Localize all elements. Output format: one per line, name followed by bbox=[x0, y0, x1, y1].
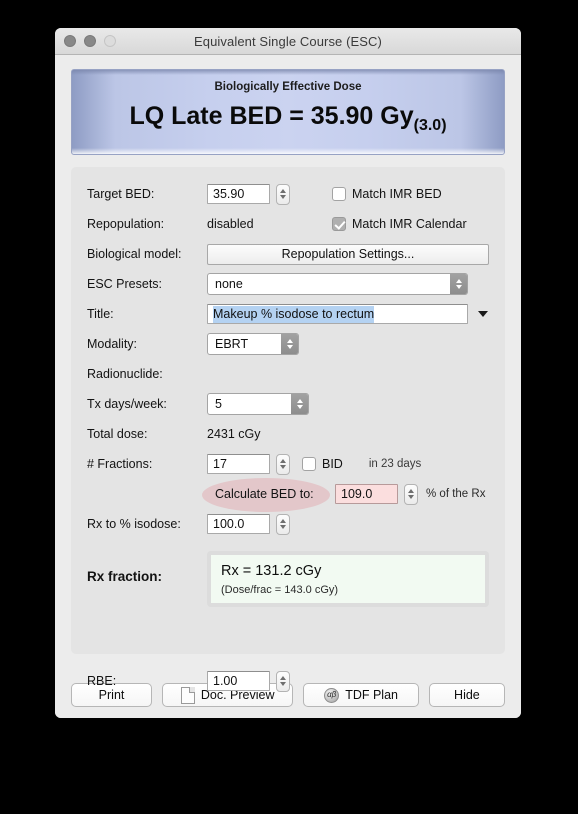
rx-fraction-main-value: Rx = 131.2 cGy bbox=[221, 562, 322, 579]
esc-presets-chevron-icon[interactable] bbox=[450, 274, 467, 294]
window-titlebar: Equivalent Single Course (ESC) bbox=[55, 28, 521, 55]
esc-presets-label: ESC Presets: bbox=[87, 277, 163, 291]
row-target-bed: Target BED: 35.90 Match IMR BED bbox=[87, 179, 489, 209]
match-imr-calendar-box-icon[interactable] bbox=[332, 217, 346, 231]
calculate-bed-to-stepper[interactable] bbox=[404, 483, 418, 505]
tx-days-week-chevron-icon[interactable] bbox=[291, 394, 308, 414]
fractions-label: # Fractions: bbox=[87, 457, 153, 471]
rbe-input[interactable]: 1.00 bbox=[207, 671, 270, 691]
tx-days-week-label: Tx days/week: bbox=[87, 397, 167, 411]
in-days-note: in 23 days bbox=[368, 458, 422, 470]
row-radionuclide: Radionuclide: bbox=[87, 359, 489, 389]
traffic-lights bbox=[64, 28, 116, 54]
calculate-bed-to-input[interactable]: 109.0 bbox=[335, 484, 398, 504]
esc-presets-value: none bbox=[215, 277, 243, 291]
target-bed-label: Target BED: bbox=[87, 187, 155, 201]
biological-model-label: Biological model: bbox=[87, 247, 182, 261]
match-imr-bed-checkbox[interactable]: Match IMR BED bbox=[332, 187, 442, 201]
row-esc-presets: ESC Presets: none bbox=[87, 269, 489, 299]
match-imr-bed-box-icon[interactable] bbox=[332, 187, 346, 201]
window-body: Biologically Effective Dose LQ Late BED … bbox=[55, 55, 521, 692]
match-imr-bed-label: Match IMR BED bbox=[352, 187, 442, 201]
rx-fraction-result-box: Rx = 131.2 cGy (Dose/frac = 143.0 cGy) bbox=[211, 555, 485, 603]
row-rx-fraction: Rx fraction: Rx = 131.2 cGy (Dose/frac =… bbox=[87, 551, 489, 611]
match-imr-calendar-checkbox[interactable]: Match IMR Calendar bbox=[332, 217, 489, 231]
rbe-stepper[interactable] bbox=[276, 670, 290, 692]
rx-fraction-result-container: Rx = 131.2 cGy (Dose/frac = 143.0 cGy) bbox=[207, 551, 489, 607]
bid-checkbox[interactable]: BID bbox=[302, 457, 343, 471]
total-dose-value: 2431 cGy bbox=[207, 427, 261, 441]
modality-select[interactable]: EBRT bbox=[207, 333, 299, 355]
target-bed-input[interactable]: 35.90 bbox=[207, 184, 270, 204]
rx-to-isodose-stepper[interactable] bbox=[276, 513, 290, 535]
zoom-button-icon[interactable] bbox=[104, 35, 116, 47]
match-imr-calendar-label: Match IMR Calendar bbox=[352, 217, 467, 231]
row-fractions: # Fractions: 17 BID in 23 days bbox=[87, 449, 489, 479]
title-input-value: Makeup % isodose to rectum bbox=[213, 305, 375, 323]
repopulation-label: Repopulation: bbox=[87, 217, 165, 231]
rx-fraction-sub-value: (Dose/frac = 143.0 cGy) bbox=[221, 583, 339, 596]
fractions-input[interactable]: 17 bbox=[207, 454, 270, 474]
row-rx-to-isodose: Rx to % isodose: 100.0 bbox=[87, 509, 489, 539]
row-modality: Modality: EBRT bbox=[87, 329, 489, 359]
bed-result-banner: Biologically Effective Dose LQ Late BED … bbox=[71, 69, 505, 155]
modality-value: EBRT bbox=[215, 337, 249, 351]
window-title: Equivalent Single Course (ESC) bbox=[194, 33, 382, 49]
row-biological-model: Biological model: Repopulation Settings.… bbox=[87, 239, 489, 269]
esc-presets-select[interactable]: none bbox=[207, 273, 468, 295]
banner-main-text: LQ Late BED = 35.90 Gy bbox=[129, 102, 414, 130]
row-rbe: RBE: 1.00 bbox=[87, 666, 489, 696]
modality-label: Modality: bbox=[87, 337, 138, 351]
document-icon bbox=[180, 686, 195, 704]
row-total-dose: Total dose: 2431 cGy bbox=[87, 419, 489, 449]
title-label: Title: bbox=[87, 307, 114, 321]
row-calculate-bed-to: Calculate BED to: 109.0 % of the Rx bbox=[87, 478, 489, 512]
banner-main-readout: LQ Late BED = 35.90 Gy(3.0) bbox=[129, 102, 447, 134]
bid-box-icon[interactable] bbox=[302, 457, 316, 471]
rx-to-isodose-input[interactable]: 100.0 bbox=[207, 514, 270, 534]
repopulation-value: disabled bbox=[207, 217, 254, 231]
minimize-button-icon[interactable] bbox=[84, 35, 96, 47]
row-repopulation: Repopulation: disabled Match IMR Calenda… bbox=[87, 209, 489, 239]
fractions-stepper[interactable] bbox=[276, 453, 290, 475]
tx-days-week-select[interactable]: 5 bbox=[207, 393, 309, 415]
row-title: Title: Makeup % isodose to rectum bbox=[87, 299, 489, 329]
tx-days-week-value: 5 bbox=[215, 397, 222, 411]
rx-fraction-label: Rx fraction: bbox=[87, 569, 163, 584]
rx-to-isodose-label: Rx to % isodose: bbox=[87, 517, 181, 531]
banner-alphabeta-subscript: (3.0) bbox=[413, 117, 447, 134]
bid-label: BID bbox=[322, 457, 343, 471]
close-button-icon[interactable] bbox=[64, 35, 76, 47]
title-input[interactable]: Makeup % isodose to rectum bbox=[207, 304, 468, 324]
radionuclide-label: Radionuclide: bbox=[87, 367, 163, 381]
row-tx-days-week: Tx days/week: 5 bbox=[87, 389, 489, 419]
repopulation-settings-button[interactable]: Repopulation Settings... bbox=[207, 243, 489, 265]
banner-subtitle: Biologically Effective Dose bbox=[214, 81, 362, 93]
esc-window: Equivalent Single Course (ESC) Biologica… bbox=[55, 28, 521, 718]
settings-panel: Target BED: 35.90 Match IMR BED Repopula… bbox=[71, 167, 505, 692]
target-bed-stepper[interactable] bbox=[276, 183, 290, 205]
calculate-bed-to-label: Calculate BED to: bbox=[215, 487, 314, 501]
modality-chevron-icon[interactable] bbox=[281, 334, 298, 354]
total-dose-label: Total dose: bbox=[87, 427, 148, 441]
title-history-chevron-down-icon[interactable] bbox=[478, 311, 488, 317]
calculate-bed-to-unit: % of the Rx bbox=[426, 488, 486, 500]
